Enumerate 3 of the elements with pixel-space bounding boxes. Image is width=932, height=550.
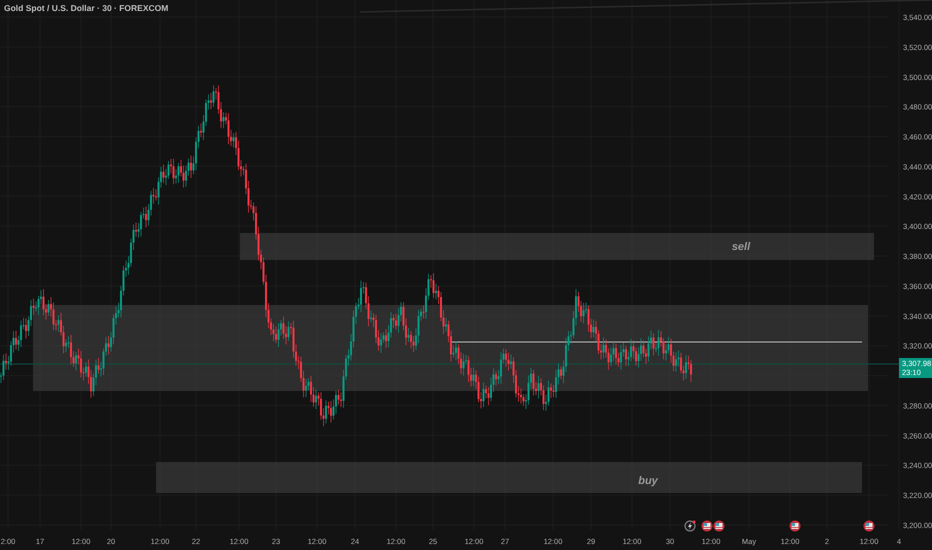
zone-label: sell	[732, 241, 750, 253]
chart-title: Gold Spot / U.S. Dollar · 30 · FOREXCOM	[4, 3, 168, 13]
zone-label: buy	[638, 475, 658, 487]
